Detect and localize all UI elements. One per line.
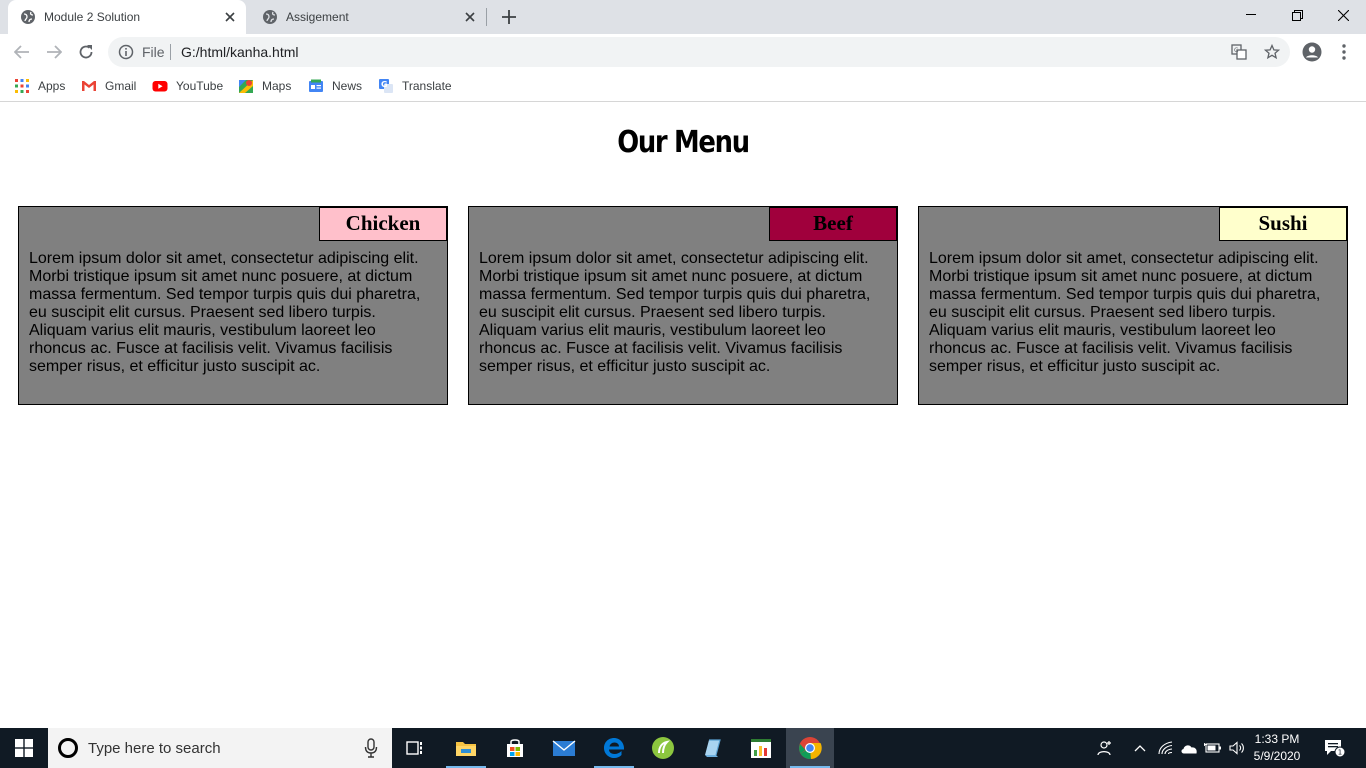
forward-button[interactable]	[40, 38, 68, 66]
youtube-icon	[152, 81, 168, 92]
bookmark-apps[interactable]: Apps	[14, 76, 65, 96]
gmail-icon	[82, 81, 96, 91]
bookmark-news[interactable]: News	[308, 76, 362, 96]
wifi-icon[interactable]	[1156, 728, 1176, 768]
microphone-icon[interactable]	[364, 738, 378, 758]
bookmark-star-icon[interactable]	[1263, 43, 1281, 61]
info-icon[interactable]	[118, 44, 134, 60]
profile-avatar-icon[interactable]	[1298, 38, 1326, 66]
menu-card-beef: Beef Lorem ipsum dolor sit amet, consect…	[468, 206, 898, 405]
bookmark-maps[interactable]: Maps	[238, 76, 291, 96]
close-window-button[interactable]	[1320, 0, 1366, 30]
notification-badge: 1	[1338, 749, 1342, 757]
close-tab-icon[interactable]	[462, 9, 478, 25]
windows-logo-icon	[15, 739, 33, 757]
bookmark-label: News	[332, 79, 363, 93]
file-explorer-icon[interactable]	[442, 728, 490, 768]
bookmark-label: Gmail	[105, 79, 137, 93]
menu-kebab-icon[interactable]	[1330, 38, 1358, 66]
taskbar-search-box[interactable]: Type here to search	[48, 728, 392, 768]
card-description: Lorem ipsum dolor sit amet, consectetur …	[479, 250, 871, 375]
mail-icon[interactable]	[540, 728, 588, 768]
globe-icon	[21, 10, 35, 24]
bookmark-youtube[interactable]: YouTube	[152, 76, 223, 96]
bookmark-label: Maps	[262, 79, 292, 93]
card-description: Lorem ipsum dolor sit amet, consectetur …	[29, 250, 421, 375]
close-tab-icon[interactable]	[222, 9, 238, 25]
windows-taskbar: Type here to search 1:33 PM 5/9/2020 1	[0, 728, 1366, 768]
minimize-button[interactable]	[1228, 0, 1274, 30]
maps-icon	[239, 80, 253, 93]
action-center-icon[interactable]: 1	[1320, 728, 1350, 768]
app-green-icon[interactable]	[639, 728, 687, 768]
reload-button[interactable]	[72, 38, 100, 66]
onedrive-icon[interactable]	[1178, 728, 1200, 768]
start-button[interactable]	[0, 728, 48, 768]
tab-strip: Module 2 Solution Assigement	[0, 0, 1366, 34]
clock-date: 5/9/2020	[1253, 749, 1301, 763]
app-chart-icon[interactable]	[737, 728, 785, 768]
store-icon[interactable]	[491, 728, 539, 768]
address-separator	[170, 44, 171, 60]
page-viewport: Our Menu Chicken Lorem ipsum dolor sit a…	[0, 103, 1366, 728]
restore-button[interactable]	[1274, 0, 1320, 30]
bookmarks-bar: Apps Gmail YouTube Maps News G Translate	[0, 70, 1366, 102]
chrome-icon[interactable]	[786, 728, 834, 768]
chevron-up-icon[interactable]	[1130, 728, 1150, 768]
translate-page-icon[interactable]: G	[1230, 43, 1248, 61]
menu-card-sushi: Sushi Lorem ipsum dolor sit amet, consec…	[918, 206, 1348, 405]
page-title: Our Menu	[617, 125, 750, 160]
news-icon	[309, 79, 323, 92]
task-view-icon[interactable]	[392, 728, 440, 768]
app-blue-icon[interactable]	[688, 728, 736, 768]
edge-icon[interactable]	[590, 728, 638, 768]
back-button[interactable]	[8, 38, 36, 66]
card-title-tag: Beef	[769, 207, 897, 241]
cortana-icon	[58, 738, 78, 758]
translate-icon: G	[379, 79, 393, 93]
scheme-label: File	[142, 44, 165, 60]
bookmark-translate[interactable]: G Translate	[378, 76, 452, 96]
url-text[interactable]: G:/html/kanha.html	[181, 44, 299, 60]
address-bar[interactable]: File G:/html/kanha.html G	[108, 37, 1290, 67]
bookmark-label: YouTube	[176, 79, 224, 93]
new-tab-button[interactable]	[497, 5, 521, 29]
globe-icon	[263, 10, 277, 24]
tab-separator	[486, 8, 487, 26]
svg-text:G: G	[381, 80, 388, 89]
card-title-tag: Sushi	[1219, 207, 1347, 241]
browser-toolbar: File G:/html/kanha.html G	[0, 34, 1366, 70]
card-title-tag: Chicken	[319, 207, 447, 241]
people-icon[interactable]	[1094, 728, 1116, 768]
card-description: Lorem ipsum dolor sit amet, consectetur …	[929, 250, 1321, 375]
tab-module-2-solution[interactable]: Module 2 Solution	[8, 0, 246, 34]
tab-title: Assigement	[286, 10, 349, 24]
clock-time: 1:33 PM	[1254, 732, 1300, 746]
bookmark-label: Apps	[38, 79, 66, 93]
apps-grid-icon	[15, 79, 29, 93]
menu-card-chicken: Chicken Lorem ipsum dolor sit amet, cons…	[18, 206, 448, 405]
tab-title: Module 2 Solution	[44, 10, 141, 24]
tab-assigement[interactable]: Assigement	[250, 0, 486, 34]
volume-icon[interactable]	[1226, 728, 1248, 768]
battery-icon[interactable]	[1202, 728, 1224, 768]
search-placeholder: Type here to search	[88, 740, 221, 757]
bookmark-label: Translate	[402, 79, 452, 93]
bookmark-gmail[interactable]: Gmail	[81, 76, 136, 96]
svg-text:G: G	[1234, 47, 1239, 54]
system-clock[interactable]: 1:33 PM 5/9/2020	[1252, 731, 1302, 765]
